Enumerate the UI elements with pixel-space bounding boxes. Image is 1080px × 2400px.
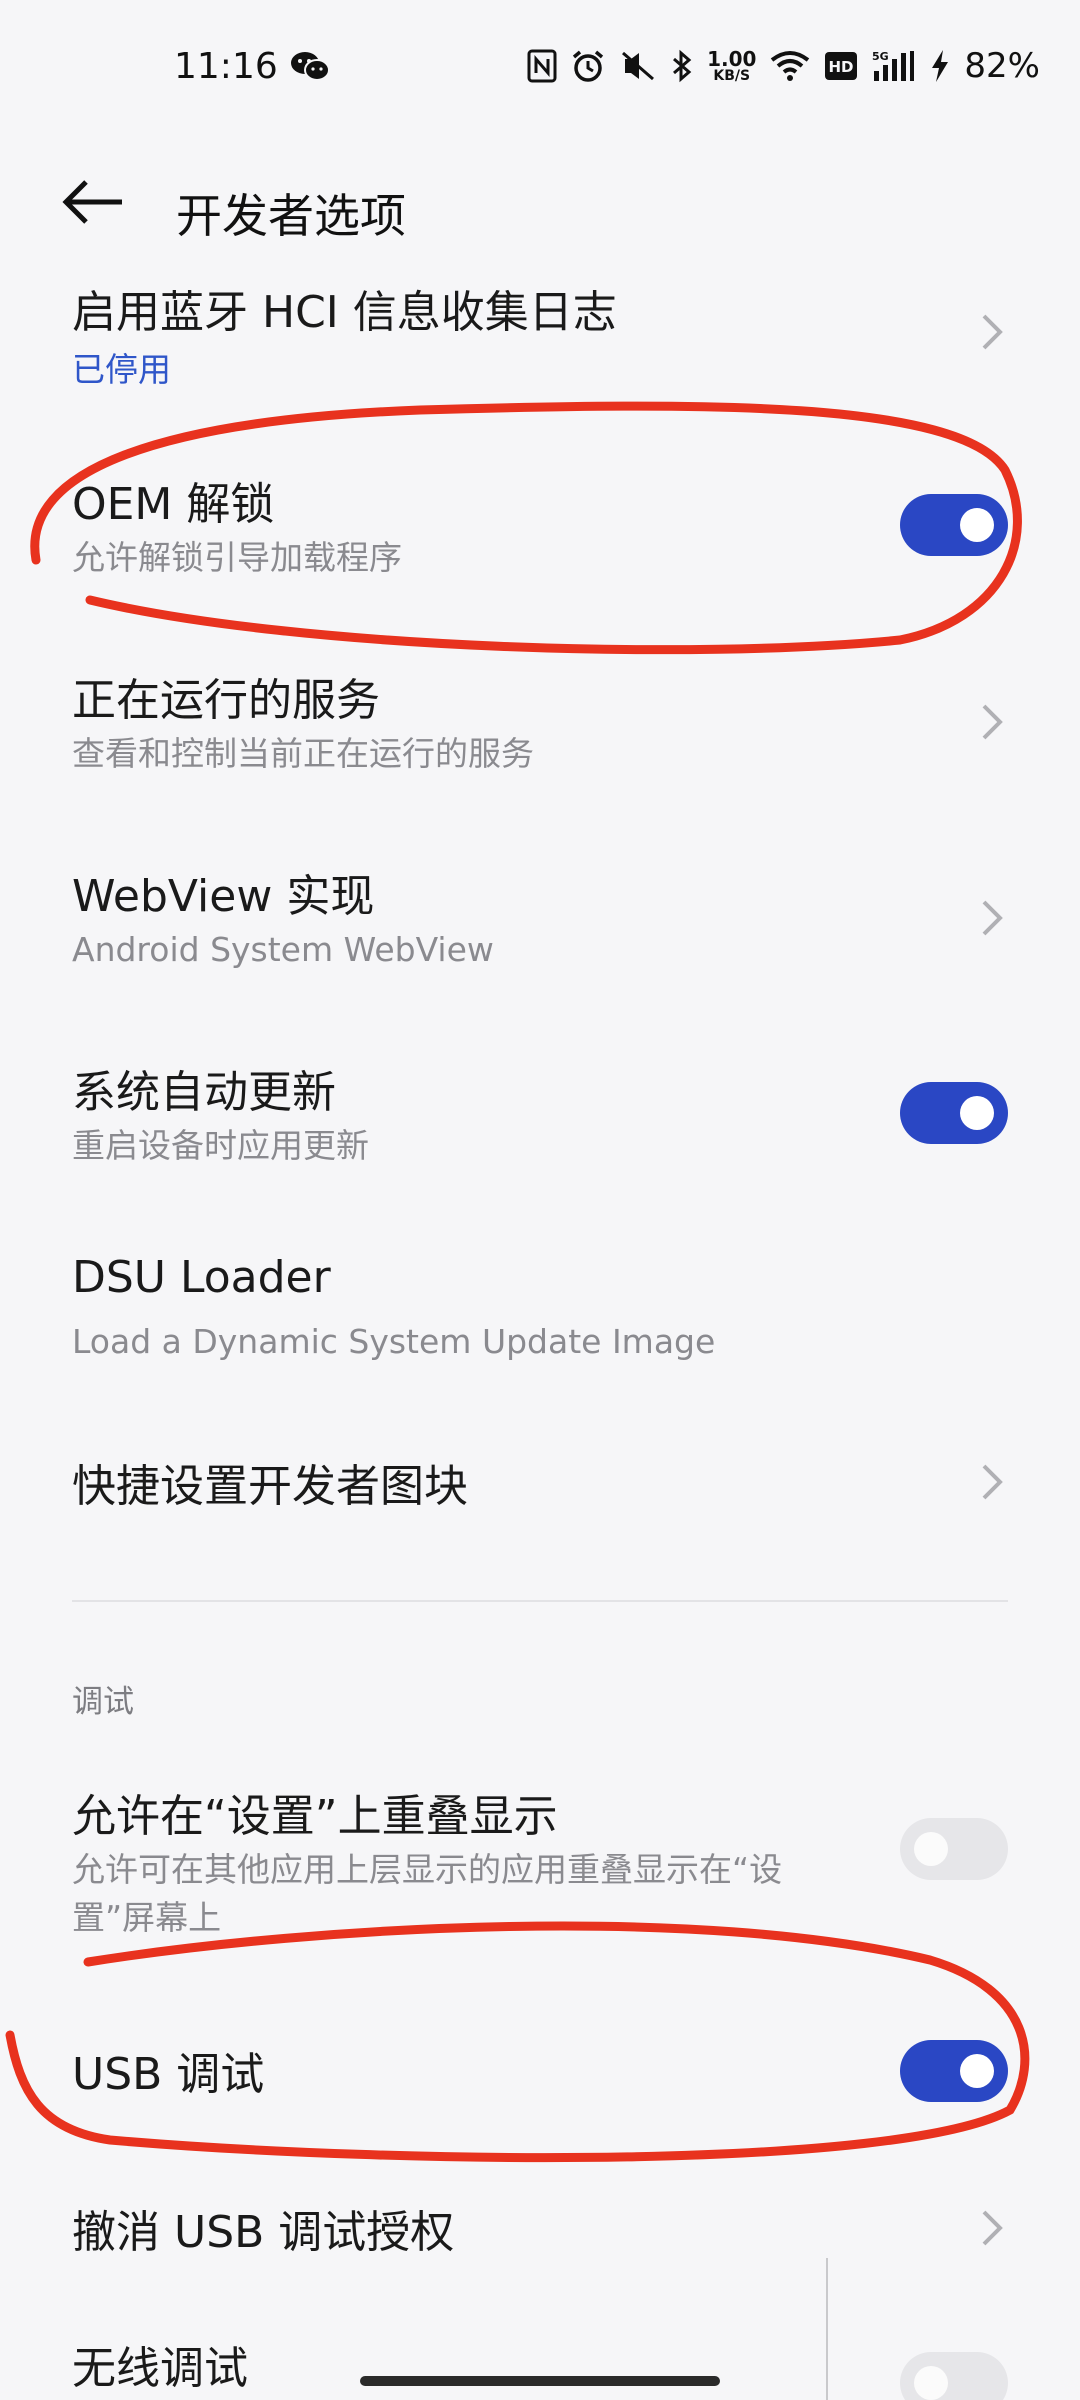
wechat-icon (291, 52, 330, 81)
setting-title: 正在运行的服务 (72, 675, 380, 726)
page-title: 开发者选项 (176, 189, 406, 243)
wifi-icon (771, 51, 810, 81)
setting-subtitle: Android System WebView (72, 930, 494, 969)
chevron-right-icon (982, 1464, 1003, 1500)
setting-subtitle: 允许可在其他应用上层显示的应用重叠显示在“设置”屏幕上 (72, 1850, 783, 1937)
overlay-toggle[interactable] (900, 1818, 1008, 1880)
status-time: 11:16 (174, 46, 278, 87)
setting-webview-implementation[interactable]: WebView 实现 Android System WebView (0, 852, 1080, 982)
setting-subtitle: 重启设备时应用更新 (72, 1126, 369, 1165)
setting-quick-settings-tiles[interactable]: 快捷设置开发者图块 (0, 1438, 1080, 1538)
setting-subtitle: 查看和控制当前正在运行的服务 (72, 734, 534, 773)
chevron-right-icon (982, 900, 1003, 936)
nfc-icon (527, 49, 557, 83)
status-bar: 11:16 1.00 KB/S HD 5G 82% (0, 0, 1080, 140)
setting-usb-debugging[interactable]: USB 调试 (0, 2010, 1080, 2130)
section-divider (72, 1600, 1008, 1602)
oem-unlock-toggle[interactable] (900, 494, 1008, 556)
setting-title: 允许在“设置”上重叠显示 (72, 1791, 558, 1842)
auto-update-toggle[interactable] (900, 1082, 1008, 1144)
wireless-debugging-toggle[interactable] (900, 2352, 1008, 2400)
settings-list[interactable]: 启用蓝牙 HCI 信息收集日志 已停用 OEM 解锁 允许解锁引导加载程序 正在… (0, 270, 1080, 2400)
setting-subtitle: Load a Dynamic System Update Image (72, 1322, 716, 1361)
bluetooth-icon (673, 49, 692, 83)
setting-oem-unlock[interactable]: OEM 解锁 允许解锁引导加载程序 (0, 460, 1080, 590)
setting-title: 撤消 USB 调试授权 (72, 2207, 455, 2258)
setting-title: WebView 实现 (72, 871, 375, 922)
chevron-right-icon (982, 2210, 1003, 2246)
hd-icon: HD (825, 52, 858, 80)
chevron-right-icon (982, 704, 1003, 740)
setting-subtitle: 允许解锁引导加载程序 (72, 538, 402, 577)
chevron-right-icon (982, 314, 1003, 350)
alarm-icon (572, 50, 604, 82)
toggle-separator-line (826, 2258, 828, 2400)
setting-title: USB 调试 (72, 2049, 265, 2100)
setting-title: 系统自动更新 (72, 1067, 336, 1118)
setting-title: 启用蓝牙 HCI 信息收集日志 (72, 287, 617, 338)
setting-allow-overlay[interactable]: 允许在“设置”上重叠显示 允许可在其他应用上层显示的应用重叠显示在“设置”屏幕上 (0, 1770, 1080, 1970)
mute-icon (622, 51, 655, 81)
charging-icon (932, 50, 949, 82)
setting-dsu-loader[interactable]: DSU Loader Load a Dynamic System Update … (0, 1244, 1080, 1374)
setting-wireless-debugging[interactable]: 无线调试 (0, 2320, 1080, 2400)
back-arrow-icon[interactable] (62, 178, 126, 226)
setting-title: 无线调试 (72, 2343, 248, 2394)
section-header-debug: 调试 (72, 1684, 134, 1720)
usb-debugging-toggle[interactable] (900, 2040, 1008, 2102)
network-speed: 1.00 KB/S (707, 47, 757, 84)
app-header: 开发者选项 (0, 140, 1080, 270)
setting-title: 快捷设置开发者图块 (72, 1461, 468, 1512)
svg-text:HD: HD (829, 58, 854, 76)
setting-auto-system-update[interactable]: 系统自动更新 重启设备时应用更新 (0, 1048, 1080, 1178)
svg-text:5G: 5G (872, 50, 889, 63)
setting-bluetooth-hci-log[interactable]: 启用蓝牙 HCI 信息收集日志 已停用 (0, 270, 1080, 400)
setting-revoke-usb-auth[interactable]: 撤消 USB 调试授权 (0, 2170, 1080, 2280)
setting-running-services[interactable]: 正在运行的服务 查看和控制当前正在运行的服务 (0, 656, 1080, 786)
setting-title: OEM 解锁 (72, 479, 275, 530)
home-indicator[interactable] (360, 2376, 720, 2386)
battery-percent: 82% (964, 46, 1040, 86)
setting-title: DSU Loader (72, 1252, 331, 1303)
setting-subtitle: 已停用 (72, 350, 171, 389)
5g-signal-icon: 5G (872, 50, 915, 81)
